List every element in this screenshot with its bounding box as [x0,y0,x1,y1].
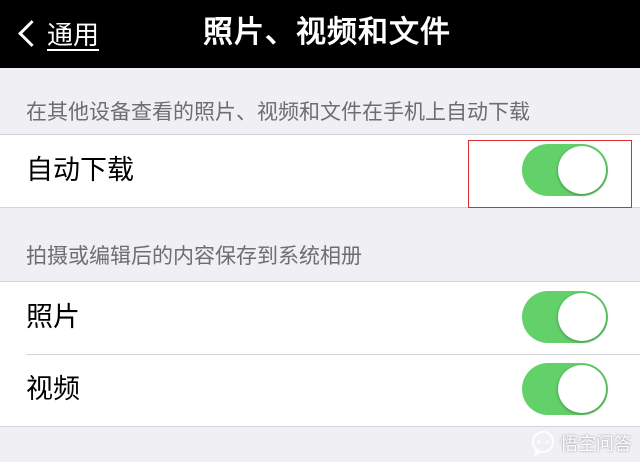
toggle-knob [558,146,606,194]
settings-row-label: 视频 [26,374,80,405]
page-title: 照片、视频和文件 [203,15,451,50]
settings-row-label: 自动下载 [26,155,134,186]
toggle-knob [558,293,606,341]
photos-toggle[interactable] [522,291,608,343]
section-header-save-to-album: 拍摄或编辑后的内容保存到系统相册 [26,244,362,268]
settings-row-videos: 视频 [0,354,640,426]
section-header-auto-download: 在其他设备查看的照片、视频和文件在手机上自动下载 [26,100,530,124]
settings-group-auto-download: 自动下载 [0,134,640,208]
chat-bubble-icon [531,430,555,456]
watermark: 悟空问答 [530,430,632,456]
navigation-bar: 通用 照片、视频和文件 [0,0,640,68]
toggle-knob [558,365,606,413]
auto-download-toggle[interactable] [522,144,608,196]
videos-toggle[interactable] [522,363,608,415]
settings-row-photos: 照片 [0,282,640,354]
settings-row-auto-download: 自动下载 [0,135,640,207]
watermark-text: 悟空问答 [560,434,632,455]
settings-row-label: 照片 [26,302,80,333]
settings-group-save-to-album: 照片 视频 [0,281,640,427]
